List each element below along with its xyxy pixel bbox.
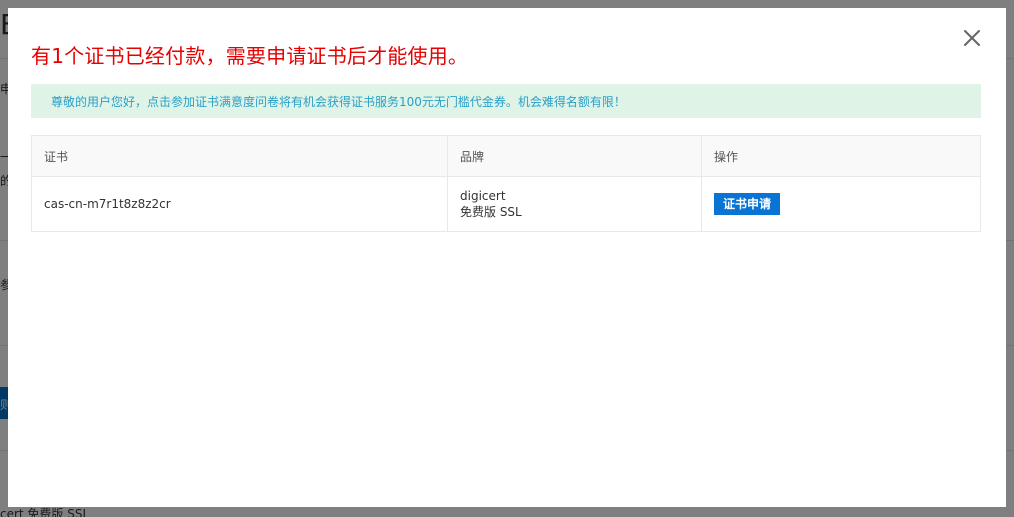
apply-certificate-button[interactable]: 证书申请 bbox=[714, 193, 780, 215]
modal-title: 有1个证书已经付款，需要申请证书后才能使用。 bbox=[31, 44, 469, 68]
action-cell: 证书申请 bbox=[702, 177, 980, 231]
column-header-cert: 证书 bbox=[32, 136, 448, 176]
table-header-row: 证书 品牌 操作 bbox=[32, 136, 980, 177]
close-button[interactable] bbox=[960, 26, 984, 50]
survey-notice-text: 尊敬的用户您好，点击参加证书满意度问卷将有机会获得证书服务100元无门槛代金券。… bbox=[51, 94, 626, 109]
brand-name: digicert bbox=[460, 189, 506, 203]
column-header-brand: 品牌 bbox=[448, 136, 702, 176]
close-icon bbox=[964, 30, 980, 46]
brand-product: 免费版 SSL bbox=[460, 205, 522, 219]
cert-id-cell: cas-cn-m7r1t8z8z2cr bbox=[32, 177, 448, 231]
brand-cell: digicert 免费版 SSL bbox=[448, 177, 702, 231]
cert-id: cas-cn-m7r1t8z8z2cr bbox=[44, 197, 171, 211]
column-header-action: 操作 bbox=[714, 149, 739, 164]
certificate-table: 证书 品牌 操作 cas-cn-m7r1t8z8z2cr digicert 免费… bbox=[31, 135, 981, 232]
survey-notice-banner: 尊敬的用户您好，点击参加证书满意度问卷将有机会获得证书服务100元无门槛代金券。… bbox=[31, 84, 981, 118]
table-row: cas-cn-m7r1t8z8z2cr digicert 免费版 SSL 证书申… bbox=[32, 177, 980, 231]
payment-notice-modal: 有1个证书已经付款，需要申请证书后才能使用。 尊敬的用户您好，点击参加证书满意度… bbox=[8, 8, 1006, 507]
